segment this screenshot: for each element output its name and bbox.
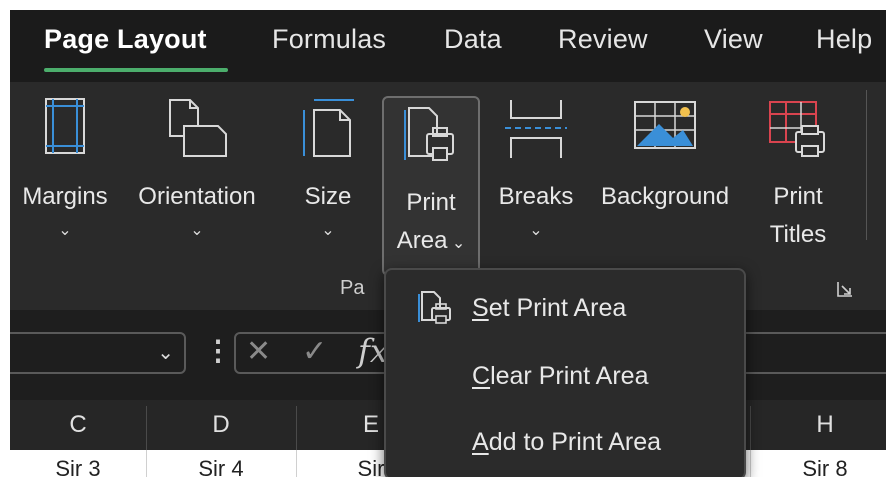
cancel-icon[interactable]: ✕ bbox=[246, 334, 271, 369]
print-titles-label-line2: Titles bbox=[769, 221, 827, 248]
background-icon bbox=[629, 96, 701, 165]
set-print-area-icon bbox=[416, 290, 452, 331]
menu-item-label: Set Print Area bbox=[472, 294, 626, 323]
size-button[interactable]: Size ⌄ bbox=[290, 82, 366, 272]
menu-item-set-print-area[interactable]: Set Print Area bbox=[386, 276, 744, 342]
menu-item-label: Add to Print Area bbox=[472, 428, 661, 457]
breaks-icon bbox=[501, 96, 571, 165]
margins-label: Margins bbox=[22, 183, 108, 210]
print-area-menu: Set Print Area Clear Print Area Add to P… bbox=[384, 268, 746, 477]
page-setup-group-label: Pa bbox=[340, 277, 365, 299]
chevron-down-icon: ⌄ bbox=[321, 222, 335, 239]
more-options-icon[interactable]: ⋮ bbox=[204, 334, 232, 367]
chevron-down-icon: ⌄ bbox=[190, 222, 204, 239]
tab-formulas[interactable]: Formulas bbox=[272, 24, 386, 55]
chevron-down-icon[interactable]: ⌄ bbox=[157, 340, 174, 365]
menu-item-clear-print-area[interactable]: Clear Print Area bbox=[386, 344, 744, 410]
cell[interactable]: Sir 8 bbox=[750, 456, 886, 477]
tab-page-layout[interactable]: Page Layout bbox=[44, 24, 207, 55]
ribbon-separator bbox=[866, 90, 867, 240]
column-header-h[interactable]: H bbox=[750, 400, 886, 450]
menu-item-label: Clear Print Area bbox=[472, 362, 648, 391]
tab-view[interactable]: View bbox=[704, 24, 763, 55]
chevron-down-icon: ⌄ bbox=[529, 222, 543, 239]
breaks-button[interactable]: Breaks ⌄ bbox=[490, 82, 582, 272]
orientation-icon bbox=[162, 96, 232, 165]
print-area-label-line2-text: Area bbox=[396, 227, 448, 254]
chevron-down-icon: ⌄ bbox=[58, 222, 72, 239]
label-text: et Print Area bbox=[488, 294, 627, 322]
margins-button[interactable]: Margins ⌄ bbox=[10, 82, 120, 272]
access-key: S bbox=[472, 294, 489, 322]
menu-item-add-to-print-area[interactable]: Add to Print Area bbox=[386, 410, 744, 476]
print-area-button[interactable]: Print Area ⌄ bbox=[382, 96, 480, 276]
print-titles-label-line1: Print bbox=[773, 183, 823, 210]
column-header-c[interactable]: C bbox=[10, 400, 146, 450]
background-button[interactable]: Background bbox=[586, 82, 744, 272]
enter-check-icon[interactable]: ✓ bbox=[302, 334, 327, 369]
print-titles-button[interactable]: Print Titles bbox=[750, 82, 846, 272]
orientation-button[interactable]: Orientation ⌄ bbox=[122, 82, 272, 272]
margins-icon bbox=[43, 96, 87, 161]
ribbon-tab-bar: Page Layout Formulas Data Review View He… bbox=[10, 10, 886, 82]
label-text: lear Print Area bbox=[490, 362, 649, 390]
column-header-d[interactable]: D bbox=[146, 400, 296, 450]
print-area-label-line2: Area ⌄ bbox=[384, 222, 478, 263]
name-box[interactable]: ⌄ bbox=[10, 332, 186, 374]
size-icon bbox=[300, 96, 356, 165]
breaks-label: Breaks bbox=[498, 183, 574, 210]
access-key: A bbox=[472, 428, 489, 456]
background-label: Background bbox=[600, 183, 730, 210]
orientation-label: Orientation bbox=[138, 183, 256, 210]
tab-review[interactable]: Review bbox=[558, 24, 648, 55]
print-titles-icon bbox=[766, 96, 830, 165]
tab-data[interactable]: Data bbox=[444, 24, 502, 55]
active-tab-indicator bbox=[44, 68, 228, 72]
excel-window: Page Layout Formulas Data Review View He… bbox=[10, 10, 886, 477]
cell[interactable]: Sir 3 bbox=[10, 456, 146, 477]
print-area-label-line1: Print bbox=[406, 189, 456, 216]
label-text: dd to Print Area bbox=[488, 428, 662, 456]
dialog-launcher-icon[interactable] bbox=[836, 280, 854, 298]
cell[interactable]: Sir 4 bbox=[146, 456, 296, 477]
size-label: Size bbox=[304, 183, 352, 210]
tab-help[interactable]: Help bbox=[816, 24, 872, 55]
print-area-icon bbox=[403, 104, 459, 173]
access-key: C bbox=[472, 362, 491, 390]
chevron-down-icon: ⌄ bbox=[447, 235, 466, 252]
